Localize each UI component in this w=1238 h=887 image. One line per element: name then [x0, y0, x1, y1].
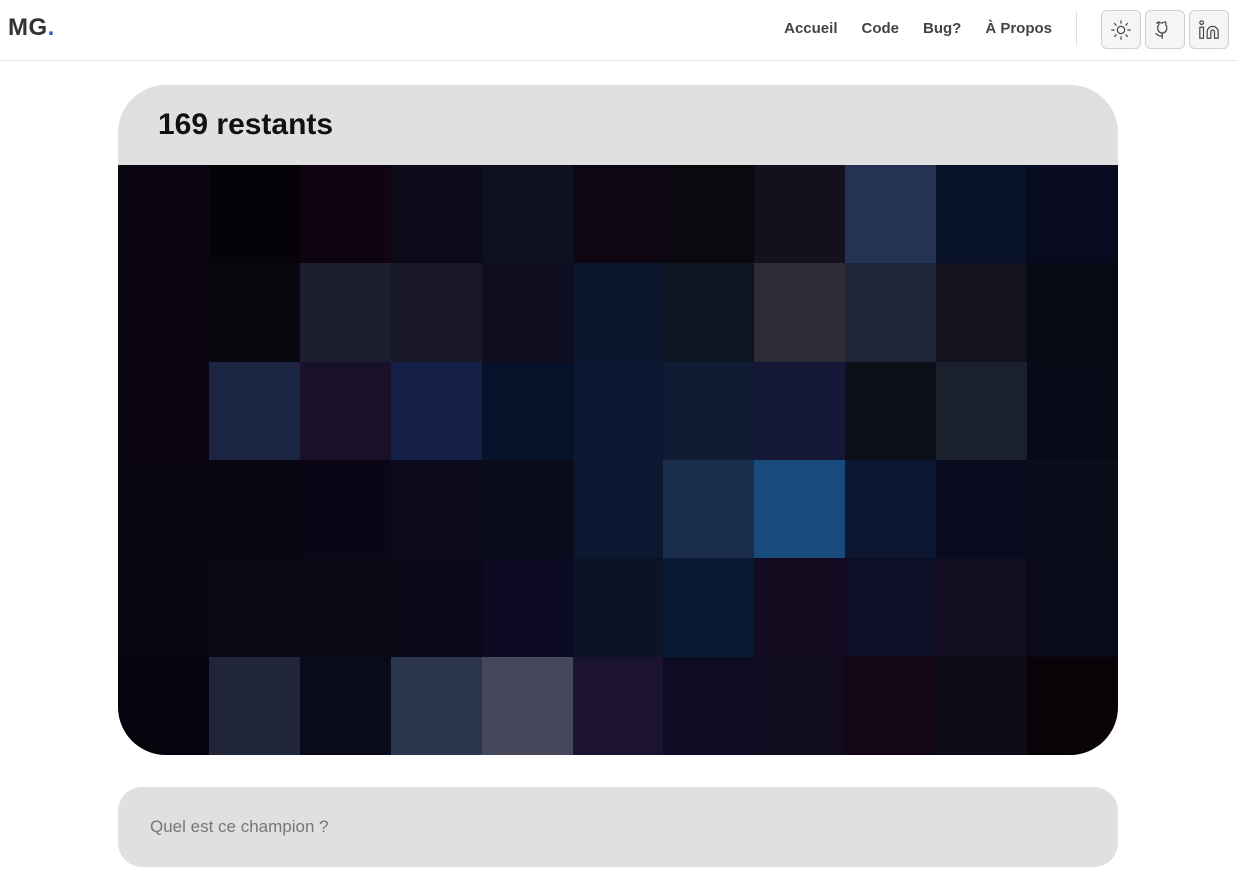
pixel-cell: [845, 165, 937, 264]
pixel-cell: [663, 361, 755, 460]
remaining-counter: 169 restants: [158, 108, 334, 141]
site-logo[interactable]: MG.: [8, 14, 55, 42]
pixel-cell: [118, 656, 209, 755]
logo-text: MG: [8, 14, 48, 41]
pixel-cell: [754, 165, 846, 264]
pixel-cell: [754, 558, 846, 657]
pixel-cell: [1027, 656, 1118, 755]
theme-toggle-button[interactable]: [1101, 10, 1141, 49]
pixel-cell: [663, 263, 755, 362]
nav-link-accueil[interactable]: Accueil: [784, 20, 837, 37]
pixel-cell: [936, 558, 1028, 657]
github-button[interactable]: [1145, 10, 1185, 49]
pixel-cell: [299, 460, 391, 559]
pixel-cell: [299, 165, 391, 264]
pixel-cell: [299, 361, 391, 460]
pixel-cell: [1027, 263, 1118, 362]
pixel-cell: [118, 361, 209, 460]
card-header: 169 restants: [118, 85, 1118, 165]
top-navbar: MG. Accueil Code Bug? À Propos: [0, 0, 1238, 61]
pixel-cell: [1027, 361, 1118, 460]
champion-guess-input[interactable]: [118, 787, 1118, 867]
pixel-cell: [754, 656, 846, 755]
pixel-cell: [208, 558, 300, 657]
pixel-cell: [754, 460, 846, 559]
pixel-cell: [572, 165, 664, 264]
pixel-cell: [1027, 558, 1118, 657]
pixel-cell: [845, 656, 937, 755]
pixel-cell: [299, 263, 391, 362]
pixel-cell: [208, 460, 300, 559]
logo-dot: .: [47, 14, 55, 41]
pixel-cell: [572, 656, 664, 755]
pixel-cell: [663, 165, 755, 264]
pixel-cell: [208, 656, 300, 755]
pixel-cell: [936, 656, 1028, 755]
pixel-cell: [936, 165, 1028, 264]
pixel-cell: [936, 361, 1028, 460]
pixel-cell: [481, 558, 573, 657]
pixel-cell: [1027, 165, 1118, 264]
pixel-cell: [845, 558, 937, 657]
pixel-cell: [572, 460, 664, 559]
pixel-cell: [663, 656, 755, 755]
main-nav: Accueil Code Bug? À Propos: [784, 20, 1052, 37]
sun-icon: [1111, 19, 1131, 40]
pixel-cell: [936, 460, 1028, 559]
nav-link-a-propos[interactable]: À Propos: [985, 20, 1052, 37]
pixel-cell: [208, 165, 300, 264]
champion-card: 169 restants: [118, 85, 1118, 755]
pixel-cell: [663, 460, 755, 559]
pixel-cell: [390, 460, 482, 559]
pixel-cell: [118, 165, 209, 264]
pixel-cell: [208, 361, 300, 460]
pixel-cell: [390, 263, 482, 362]
linkedin-button[interactable]: [1189, 10, 1229, 49]
pixel-cell: [390, 165, 482, 264]
pixel-cell: [481, 165, 573, 264]
pixel-cell: [481, 460, 573, 559]
linkedin-icon: [1199, 19, 1219, 39]
pixel-cell: [572, 361, 664, 460]
pixel-cell: [390, 361, 482, 460]
pixel-cell: [390, 558, 482, 657]
pixel-cell: [1027, 460, 1118, 559]
pixel-cell: [845, 263, 937, 362]
nav-link-bug[interactable]: Bug?: [923, 20, 961, 37]
pixel-cell: [845, 460, 937, 559]
pixel-cell: [936, 263, 1028, 362]
pixel-cell: [118, 460, 209, 559]
pixel-cell: [572, 558, 664, 657]
pixel-cell: [118, 558, 209, 657]
nav-divider: [1076, 12, 1077, 45]
pixel-cell: [481, 361, 573, 460]
pixel-cell: [299, 558, 391, 657]
pixel-cell: [754, 263, 846, 362]
pixelated-champion-image: [118, 165, 1118, 755]
pixel-cell: [754, 361, 846, 460]
github-icon: [1155, 20, 1168, 39]
pixel-cell: [390, 656, 482, 755]
pixel-cell: [481, 656, 573, 755]
pixel-cell: [299, 656, 391, 755]
pixel-cell: [572, 263, 664, 362]
pixel-cell: [845, 361, 937, 460]
nav-link-code[interactable]: Code: [861, 20, 899, 37]
pixel-cell: [118, 263, 209, 362]
pixel-cell: [208, 263, 300, 362]
pixel-cell: [481, 263, 573, 362]
pixel-cell: [663, 558, 755, 657]
